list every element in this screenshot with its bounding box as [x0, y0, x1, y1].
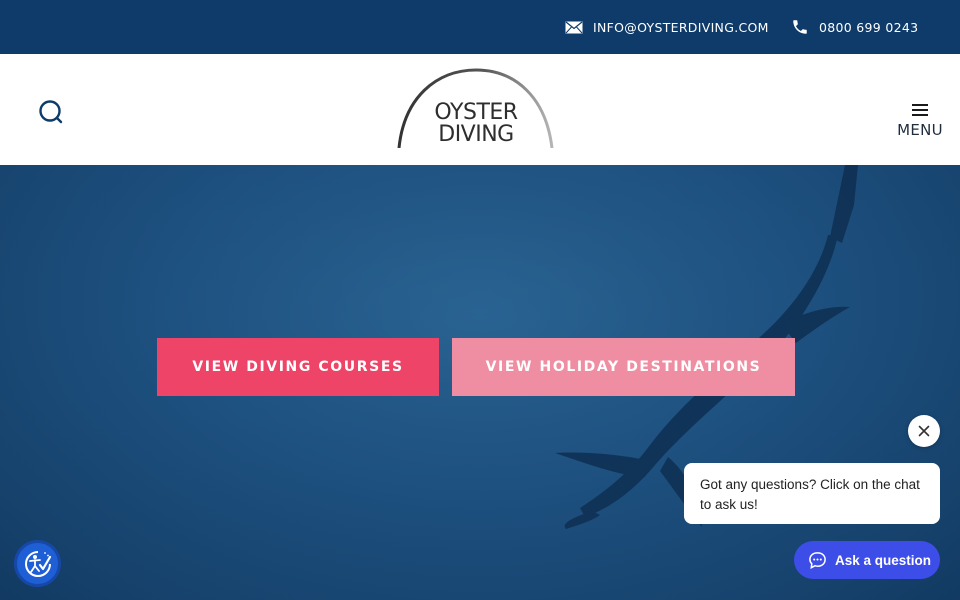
email-link[interactable]: INFO@OYSTERDIVING.COM	[565, 0, 769, 54]
phone-link[interactable]: 0800 699 0243	[791, 0, 918, 54]
ask-question-label: Ask a question	[835, 552, 932, 568]
top-contact-bar: INFO@OYSTERDIVING.COM 0800 699 0243	[0, 0, 960, 54]
phone-text: 0800 699 0243	[819, 19, 919, 35]
chat-close-button[interactable]	[908, 415, 940, 447]
view-diving-courses-button[interactable]: VIEW DIVING COURSES	[157, 338, 439, 396]
phone-icon	[793, 20, 807, 34]
chat-prompt-text: Got any questions? Click on the chat to …	[700, 477, 920, 512]
menu-button[interactable]: MENU	[892, 104, 948, 144]
chat-bubble-icon	[809, 551, 826, 569]
search-icon	[39, 100, 63, 124]
accessibility-icon	[24, 550, 51, 577]
envelope-icon	[565, 21, 583, 33]
search-button[interactable]	[36, 98, 66, 128]
logo-text-diving: DIVING	[438, 122, 514, 147]
chat-prompt-bubble[interactable]: Got any questions? Click on the chat to …	[684, 463, 940, 524]
ask-question-button[interactable]: Ask a question	[794, 541, 940, 579]
hero-banner: VIEW DIVING COURSES VIEW HOLIDAY DESTINA…	[0, 165, 960, 600]
menu-label: MENU	[897, 121, 943, 139]
email-text: INFO@OYSTERDIVING.COM	[593, 19, 769, 35]
site-logo[interactable]: OYSTER DIVING	[396, 68, 556, 148]
close-icon	[918, 425, 930, 437]
view-holiday-destinations-button[interactable]: VIEW HOLIDAY DESTINATIONS	[452, 338, 795, 396]
site-header: OYSTER DIVING MENU	[0, 54, 960, 165]
hamburger-icon	[912, 104, 928, 116]
accessibility-button[interactable]	[14, 540, 61, 587]
